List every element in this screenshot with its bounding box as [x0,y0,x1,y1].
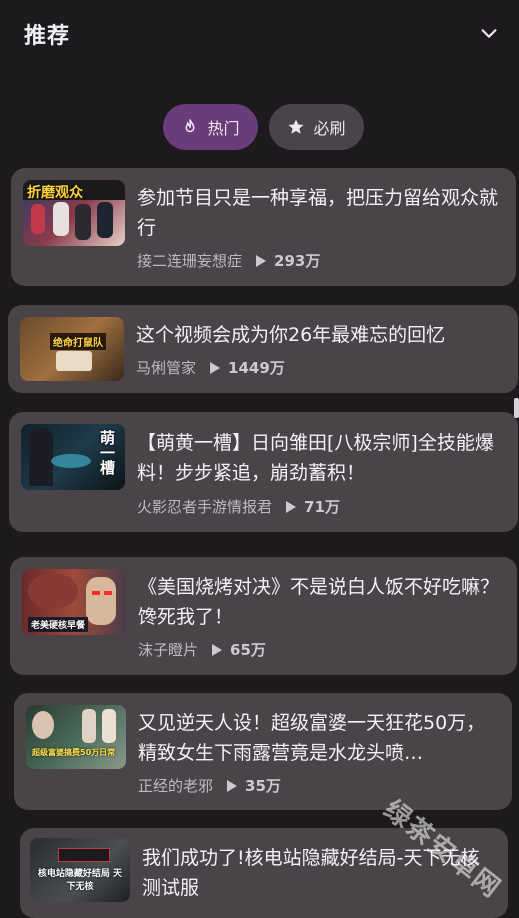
video-thumbnail: 超级富婆搞费50万日常 [26,705,126,769]
play-icon [212,643,223,656]
video-card[interactable]: 老美硬核早餐 《美国烧烤对决》不是说白人饭不好吃嘛？馋死我了！ 沫子瞪片 65万 [10,557,517,675]
chevron-down-icon[interactable] [478,22,500,44]
view-count: 35万 [245,777,281,795]
tab-bar: 热门 必刷 [0,104,519,150]
view-count: 293万 [274,252,321,270]
view-count: 65万 [230,641,266,659]
video-thumbnail: 核电站隐藏好结局 天下无核 [30,838,130,902]
video-card[interactable]: 绝命打鼠队 这个视频会成为你26年最难忘的回忆 马俐管家 1449万 [8,305,518,393]
thumbnail-text: 折磨观众 [27,185,83,201]
star-icon [288,119,304,134]
tab-hot[interactable]: 热门 [163,104,258,150]
video-title: 又见逆天人设！超级富婆一天狂花50万，精致女生下雨露营竟是水龙头喷… [138,712,486,764]
play-icon [286,500,297,513]
video-title: 《美国烧烤对决》不是说白人饭不好吃嘛？馋死我了！ [138,576,500,628]
page-title: 推荐 [24,24,71,49]
view-count: 71万 [304,498,340,516]
video-meta: 马俐管家 1449万 [136,357,285,378]
video-meta: 接二连珊妄想症 293万 [137,250,320,271]
video-title: 参加节目只是一种享福，把压力留给观众就行 [137,187,499,239]
thumbnail-text: 老美硬核早餐 [28,617,89,632]
header: 推荐 [0,0,519,64]
video-thumbnail: 萌一槽 [21,424,125,490]
thumbnail-text: 核电站隐藏好结局 天下无核 [37,869,123,892]
video-card[interactable]: 折磨观众 参加节目只是一种享福，把压力留给观众就行 接二连珊妄想症 293万 [11,168,516,286]
fire-icon [185,119,195,133]
video-meta: 沫子瞪片 65万 [138,639,266,660]
play-icon [210,361,221,374]
thumbnail-text: 萌一槽 [98,430,116,475]
video-author: 正经的老邪 [138,777,214,795]
video-title: 这个视频会成为你26年最难忘的回忆 [136,324,446,346]
video-author: 马俐管家 [136,359,197,377]
video-thumbnail: 绝命打鼠队 [20,317,124,381]
tab-label: 热门 [207,119,240,138]
video-thumbnail: 折磨观众 [23,180,125,246]
video-author: 火影忍者手游情报君 [137,498,273,516]
video-author: 接二连珊妄想症 [137,252,243,270]
tab-label: 必刷 [313,119,346,138]
thumbnail-text: 超级富婆搞费50万日常 [32,748,116,757]
video-author: 沫子瞪片 [138,641,199,659]
thumbnail-text: 绝命打鼠队 [50,333,106,350]
video-meta: 火影忍者手游情报君 71万 [137,496,340,517]
tab-must-watch[interactable]: 必刷 [269,104,364,150]
play-icon [256,254,267,267]
scroll-indicator[interactable] [514,398,519,418]
video-card[interactable]: 萌一槽 【萌黄一槽】日向雏田[八极宗师]全技能爆料！步步紧追，崩劲蓄积！ 火影忍… [9,412,518,532]
view-count: 1449万 [228,359,285,377]
video-card[interactable]: 超级富婆搞费50万日常 又见逆天人设！超级富婆一天狂花50万，精致女生下雨露营竟… [14,693,512,810]
play-icon [227,779,238,792]
video-meta: 正经的老邪 35万 [138,775,281,796]
video-title: 【萌黄一槽】日向雏田[八极宗师]全技能爆料！步步紧追，崩劲蓄积！ [137,432,494,484]
video-thumbnail: 老美硬核早餐 [22,569,126,635]
